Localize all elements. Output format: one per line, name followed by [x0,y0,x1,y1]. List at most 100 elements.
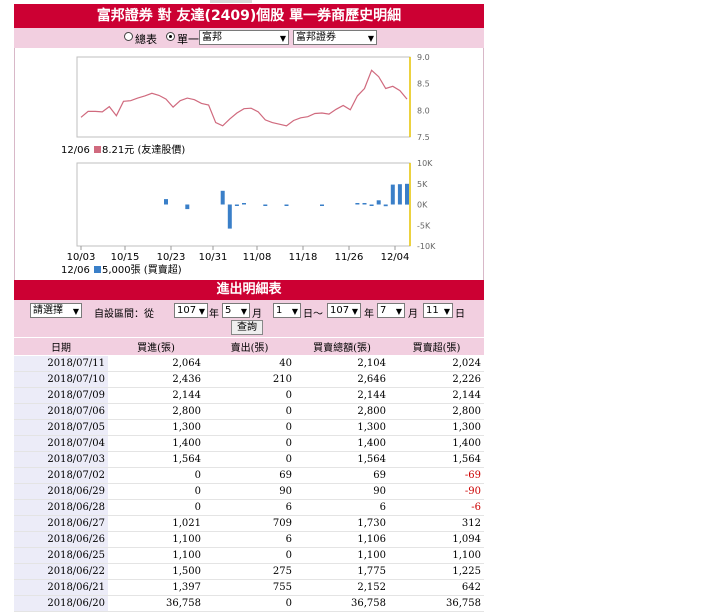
charts-svg: 9.0 8.5 8.0 7.5 12/06 8.21元 (友達股價) 10K 5K 0K -5K… [61,53,436,276]
cell-net: 1,300 [389,419,484,436]
table-row: 2018/07/11 2,064 40 2,104 2,024 [14,355,484,372]
price-y-tick: 8.0 [417,106,430,115]
cell-buy: 1,300 [108,419,204,436]
preset-range-select[interactable]: 請選擇 ▼ [30,303,82,318]
broker-group-select[interactable]: 富邦 ▼ [199,30,289,45]
price-y-tick: 7.5 [417,133,430,142]
to-month-value: 7 [380,305,387,316]
cell-buy: 1,021 [108,515,204,532]
table-row: 2018/07/02 0 69 69 -69 [14,467,484,484]
chevron-down-icon: ▼ [198,307,205,316]
to-day-unit: 日 [455,309,465,320]
cell-date: 2018/07/03 [14,451,108,468]
top-tab-stub [210,0,252,3]
price-legend-date: 12/06 [61,145,90,156]
cell-date: 2018/07/11 [14,355,108,372]
chevron-down-icon: ▼ [367,34,374,43]
volume-bar [320,204,324,206]
table-row: 2018/06/27 1,021 709 1,730 312 [14,515,484,532]
volume-bar [185,204,190,210]
volume-x-tick: 10/31 [199,252,228,263]
volume-x-tick: 10/15 [111,252,140,263]
from-month-select[interactable]: 5 ▼ [222,303,250,318]
cell-net: -90 [389,483,484,500]
cell-total: 2,144 [295,387,389,404]
cell-total: 2,104 [295,355,389,372]
volume-y-tick: 0K [417,201,428,210]
cell-date: 2018/06/26 [14,531,108,548]
volume-bar [284,204,289,206]
from-day-select[interactable]: 1 ▼ [273,303,301,318]
broker-group-value: 富邦 [202,32,222,43]
query-button[interactable]: 查詢 [231,320,263,335]
chevron-down-icon: ▼ [291,307,298,316]
cell-total: 1,564 [295,451,389,468]
cell-total: 2,646 [295,371,389,388]
range-label: 自設區間：從 [94,309,154,320]
cell-total: 1,400 [295,435,389,452]
cell-buy: 1,100 [108,531,204,548]
cell-sell: 755 [204,579,295,596]
cell-sell: 90 [204,483,295,500]
volume-x-tick: 11/08 [243,252,272,263]
volume-legend-text: 5,000張 (買賣超) [102,263,182,276]
to-day-select[interactable]: 11 ▼ [423,303,453,318]
volume-x-tick: 11/26 [335,252,364,263]
cell-net: 2,800 [389,403,484,420]
radio-summary[interactable] [124,32,133,41]
price-y-tick: 9.0 [417,53,430,62]
volume-bar [220,190,225,205]
cell-date: 2018/06/20 [14,595,108,612]
cell-date: 2018/06/27 [14,515,108,532]
cell-buy: 36,758 [108,595,204,612]
to-month-select[interactable]: 7 ▼ [377,303,405,318]
broker-branch-select[interactable]: 富邦證券 ▼ [293,30,377,45]
cell-sell: 40 [204,355,295,372]
cell-net: 1,094 [389,531,484,548]
radio-single-label: 單一 [177,33,199,46]
cell-date: 2018/07/10 [14,371,108,388]
from-year-select[interactable]: 107 ▼ [174,303,208,318]
table-row: 2018/06/29 0 90 90 -90 [14,483,484,500]
from-year-unit: 年 [209,309,219,320]
volume-bar [397,184,402,205]
cell-net: 1,225 [389,563,484,580]
volume-legend-date: 12/06 [61,265,90,276]
transactions-table: 日期 買進(張) 賣出(張) 買賣總額(張) 買賣超(張) 2018/07/11… [14,338,484,612]
cell-date: 2018/06/22 [14,563,108,580]
from-month-unit: 月 [252,309,262,320]
volume-x-tick: 10/03 [67,252,96,263]
cell-buy: 1,500 [108,563,204,580]
cell-total: 6 [295,499,389,516]
price-legend-text: 8.21元 (友達股價) [102,143,185,156]
cell-sell: 0 [204,403,295,420]
volume-bar [355,203,360,205]
cell-total: 1,106 [295,531,389,548]
cell-total: 1,300 [295,419,389,436]
table-row: 2018/06/26 1,100 6 1,106 1,094 [14,531,484,548]
to-year-value: 107 [330,305,350,316]
cell-total: 1,730 [295,515,389,532]
cell-date: 2018/06/21 [14,579,108,596]
cell-net: -6 [389,499,484,516]
table-row: 2018/06/22 1,500 275 1,775 1,225 [14,563,484,580]
chart-area: 9.0 8.5 8.0 7.5 12/06 8.21元 (友達股價) 10K 5K 0K -5K… [14,48,484,280]
table-row: 2018/06/21 1,397 755 2,152 642 [14,579,484,596]
to-month-unit: 月 [408,309,418,320]
chevron-down-icon: ▼ [240,307,247,316]
broker-branch-value: 富邦證券 [296,32,336,43]
volume-bar [369,204,374,206]
cell-date: 2018/07/05 [14,419,108,436]
cell-buy: 2,800 [108,403,204,420]
cell-net: -69 [389,467,484,484]
table-row: 2018/07/09 2,144 0 2,144 2,144 [14,387,484,404]
price-line [80,69,408,127]
to-year-select[interactable]: 107 ▼ [327,303,361,318]
volume-x-tick: 10/23 [157,252,186,263]
chevron-down-icon: ▼ [351,307,358,316]
cell-sell: 0 [204,419,295,436]
radio-single[interactable] [166,32,175,41]
cell-sell: 69 [204,467,295,484]
cell-net: 2,024 [389,355,484,372]
cell-total: 1,100 [295,547,389,564]
